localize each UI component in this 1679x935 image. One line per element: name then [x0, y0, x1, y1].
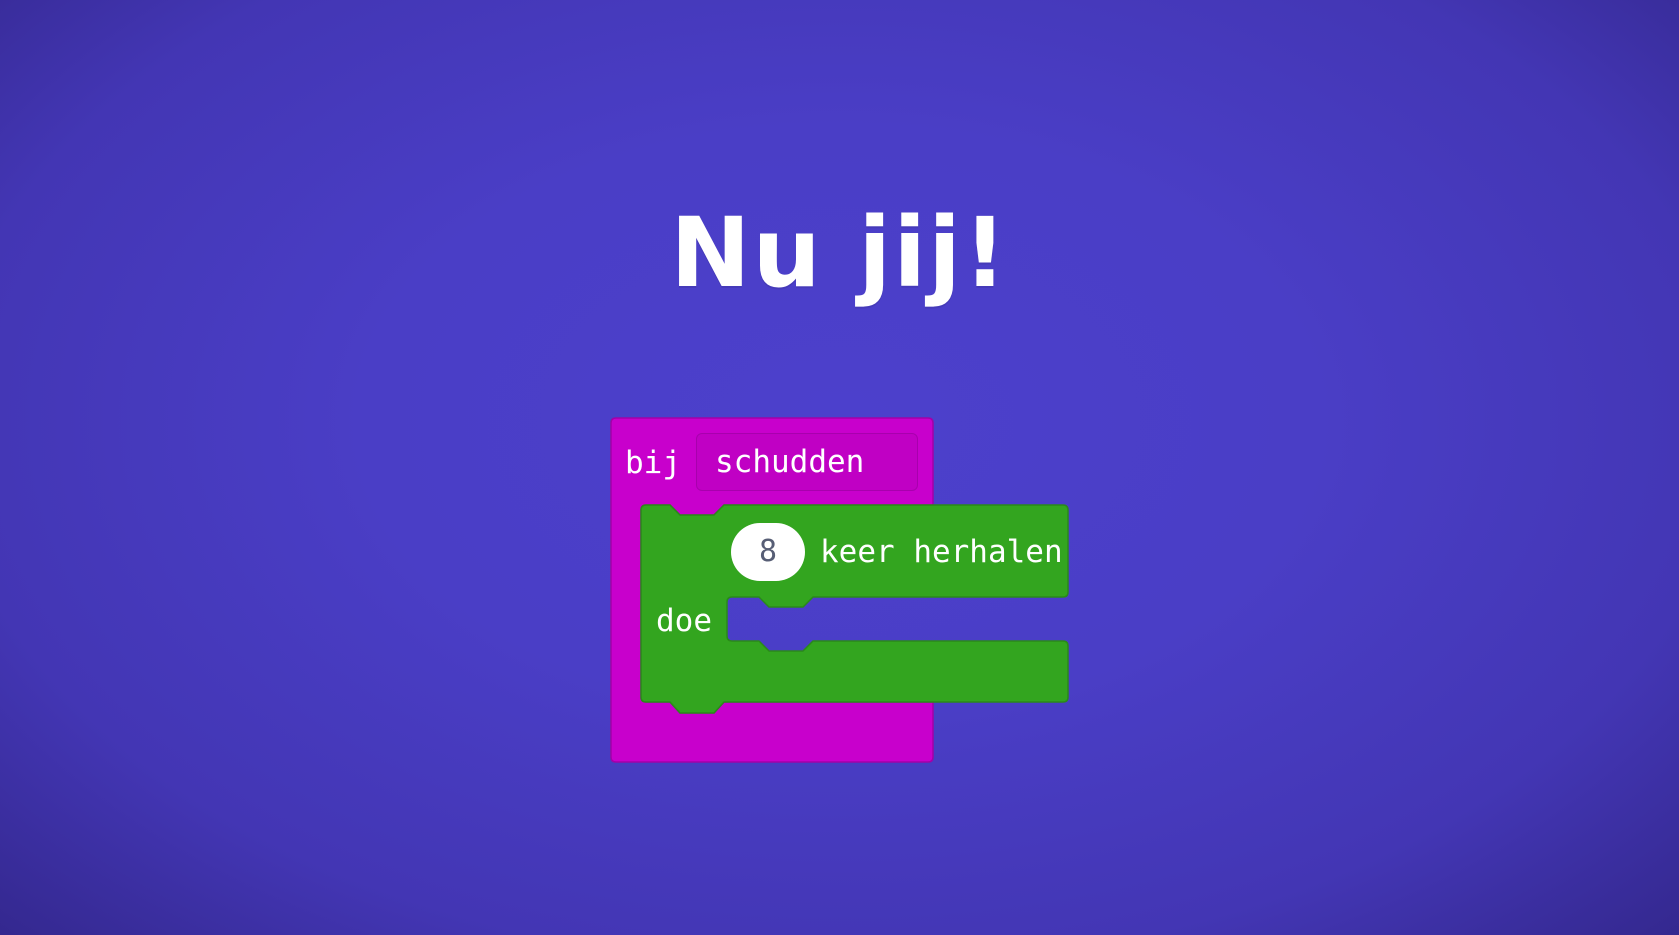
repeat-suffix-label: keer herhalen [820, 534, 1063, 570]
gesture-dropdown-value: schudden [715, 444, 865, 480]
code-blocks-area: bij schudden 8 keer herhalen doe [0, 0, 1679, 935]
gesture-dropdown[interactable]: schudden [696, 433, 918, 491]
do-label: doe [656, 603, 712, 639]
repeat-count-input[interactable]: 8 [731, 523, 805, 581]
event-prefix-label: bij [625, 445, 681, 481]
